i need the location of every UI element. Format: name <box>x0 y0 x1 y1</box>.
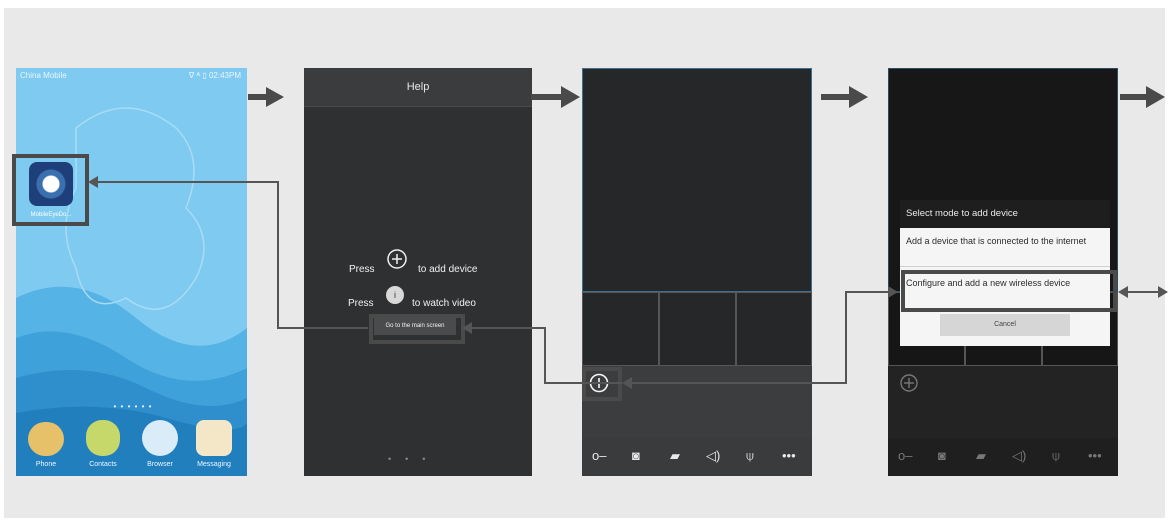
flow-connectors <box>88 86 1168 389</box>
